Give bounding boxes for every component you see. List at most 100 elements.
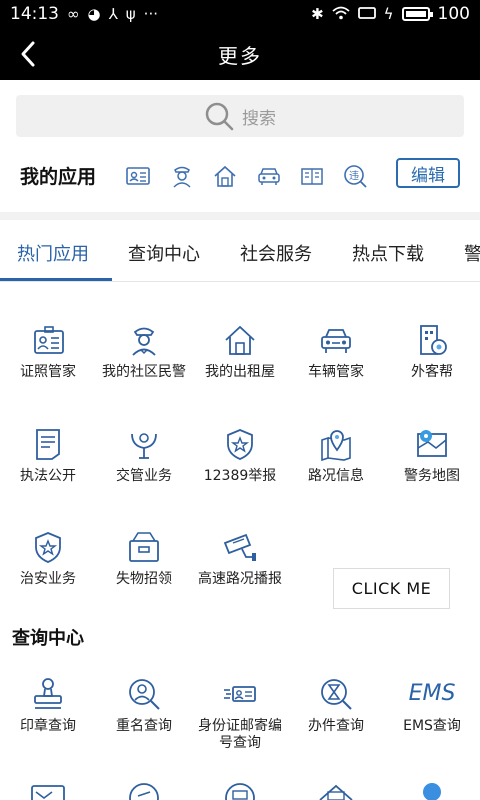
app-item-rental-house[interactable]: 我的出租屋 (192, 322, 288, 381)
category-tabs: 热门应用 查询中心 社会服务 热点下载 警 (0, 222, 480, 282)
screen: 14:13 ∞ ◕ ⅄ ψ ··· ✱ ϟ 100 更多 搜索 我的应用 违 编… (0, 0, 480, 800)
more-icon: ··· (143, 4, 158, 23)
back-button[interactable] (10, 36, 46, 72)
app-item-label: 12389举报 (203, 468, 277, 484)
card-icon (319, 784, 353, 800)
location-icon (423, 783, 441, 800)
query-item-case[interactable]: 办件查询 (288, 676, 384, 735)
query-center-title: 查询中心 (12, 628, 84, 649)
my-apps-label: 我的应用 (20, 166, 97, 188)
svg-text:违: 违 (349, 170, 359, 182)
trident-icon: ψ (125, 4, 136, 23)
person-search-icon (129, 679, 160, 710)
query-item-id-mail-number[interactable]: 身份证邮寄编号查询 (192, 676, 288, 752)
query-item-seal[interactable]: 印章查询 (0, 676, 96, 735)
app-item-label: 路况信息 (308, 468, 364, 484)
tab-police[interactable]: 警 (464, 240, 480, 266)
car-icon (321, 329, 351, 353)
app-item-label: 交管业务 (116, 468, 172, 484)
app-item-road-info[interactable]: 路况信息 (288, 426, 384, 485)
app-item-label: 执法公开 (20, 468, 76, 484)
bluetooth-icon: ✱ (311, 4, 324, 23)
query-item-label: 办件查询 (308, 718, 364, 734)
tab-query-center[interactable]: 查询中心 (128, 240, 200, 266)
house-icon[interactable] (211, 162, 239, 190)
house-icon (225, 325, 255, 355)
app-item-traffic-business[interactable]: 交管业务 (96, 426, 192, 485)
query-item-same-name[interactable]: 重名查询 (96, 676, 192, 735)
query-item-label: 印章查询 (20, 718, 76, 734)
status-left: 14:13 ∞ ◕ ⅄ ψ ··· (10, 4, 158, 24)
tab-hot-downloads[interactable]: 热点下载 (352, 240, 424, 266)
hourglass-search-icon (321, 679, 352, 710)
building-icon (420, 325, 447, 355)
search-icon (205, 102, 234, 131)
ticket-icon (31, 785, 65, 800)
tab-hot-apps[interactable]: 热门应用 (17, 240, 89, 266)
app-item-label: 我的社区民警 (102, 364, 186, 380)
tab-active-indicator (0, 278, 112, 281)
section-divider (0, 212, 480, 220)
id-mail-icon (224, 686, 256, 702)
title-bar: 更多 (0, 28, 480, 80)
query-item-ems[interactable]: EMS EMS查询 (384, 676, 480, 735)
document-list-icon[interactable] (298, 162, 326, 190)
app-item-vehicle-manager[interactable]: 车辆管家 (288, 322, 384, 381)
app-item-label: 治安业务 (20, 571, 76, 587)
stamp-icon (34, 678, 62, 709)
app-item-community-police[interactable]: 我的社区民警 (96, 322, 192, 381)
box-icon (129, 532, 159, 562)
document-icon (36, 429, 60, 460)
app-item-label: 我的出租屋 (205, 364, 275, 380)
app-item-lost-and-found[interactable]: 失物招领 (96, 529, 192, 588)
usb-icon: ⅄ (108, 4, 118, 23)
app-item-report-12389[interactable]: 12389举报 (192, 426, 288, 485)
police-officer-icon[interactable] (168, 162, 196, 190)
violation-search-icon[interactable]: 违 (341, 162, 369, 190)
map-pin-icon (321, 430, 351, 462)
search-placeholder: 搜索 (242, 108, 276, 129)
search-input[interactable]: 搜索 (16, 95, 464, 137)
badge-star-icon (227, 429, 253, 460)
battery-level: 100 (437, 4, 470, 24)
query-item-label: 重名查询 (116, 718, 172, 734)
status-right: ✱ ϟ 100 (311, 4, 470, 24)
app-item-label: 失物招领 (116, 571, 172, 587)
app-item-highway-broadcast[interactable]: 高速路况播报 (192, 529, 288, 588)
tab-social-services[interactable]: 社会服务 (240, 240, 312, 266)
plane-search-icon (129, 783, 159, 800)
traffic-hand-icon (131, 433, 157, 459)
id-card-icon[interactable] (124, 162, 152, 190)
wifi-icon (332, 6, 350, 23)
app-item-label: 外客帮 (411, 364, 453, 380)
status-bar: 14:13 ∞ ◕ ⅄ ψ ··· ✱ ϟ 100 (0, 0, 480, 28)
police-map-icon (417, 430, 447, 457)
app-item-label: 警务地图 (404, 468, 460, 484)
click-me-button[interactable]: CLICK ME (333, 568, 450, 609)
app-item-label: 证照管家 (20, 364, 76, 380)
edit-button[interactable]: 编辑 (396, 158, 460, 188)
status-time: 14:13 (10, 4, 59, 24)
chevron-left-icon (21, 41, 35, 67)
id-card-icon (34, 326, 64, 354)
screen-icon (357, 6, 376, 23)
query-item-label: EMS查询 (403, 718, 461, 734)
app-item-police-map[interactable]: 警务地图 (384, 426, 480, 485)
charging-icon: ϟ (383, 4, 394, 23)
app-item-public-security[interactable]: 治安业务 (0, 529, 96, 588)
app-item-law-enforcement[interactable]: 执法公开 (0, 426, 96, 485)
query-item-label: 身份证邮寄编号查询 (198, 718, 282, 751)
ems-icon: EMS (408, 681, 456, 706)
camera-icon (223, 533, 256, 561)
police-officer-icon (132, 327, 156, 356)
app-item-visitor-help[interactable]: 外客帮 (384, 322, 480, 381)
infinity-icon: ∞ (67, 4, 80, 23)
app-item-label: 高速路况播报 (198, 571, 282, 587)
app-item-label: 车辆管家 (308, 364, 364, 380)
shield-star-icon (35, 532, 61, 563)
wechat-icon: ◕ (87, 4, 101, 23)
page-title: 更多 (218, 43, 262, 68)
app-item-license-manager[interactable]: 证照管家 (0, 322, 96, 381)
certificate-icon (225, 783, 255, 800)
car-icon[interactable] (255, 162, 283, 190)
